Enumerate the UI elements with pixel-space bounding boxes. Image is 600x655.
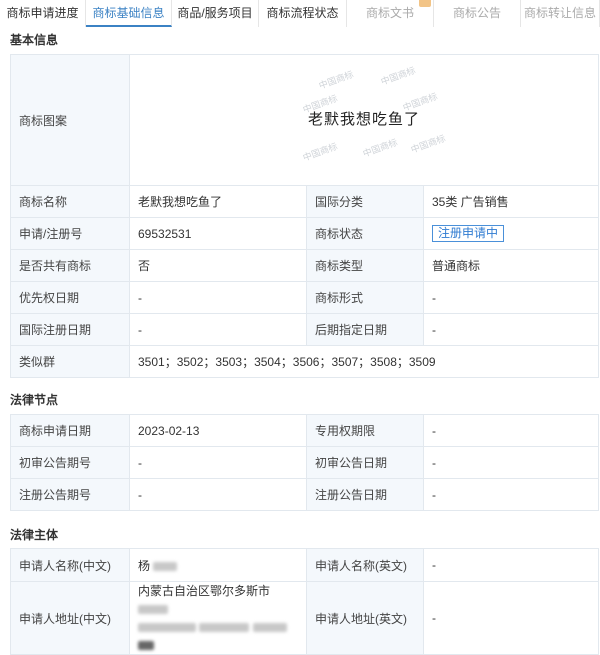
table-row: 申请人地址(中文) 内蒙古自治区鄂尔多斯市 申请人地址(英文) -	[10, 581, 599, 655]
table-row: 申请/注册号 69532531 商标状态 注册申请中	[10, 217, 600, 250]
field-label: 国际分类	[306, 185, 424, 218]
field-value: -	[423, 414, 599, 447]
section-title-basic: 基本信息	[10, 33, 59, 47]
redacted-text	[138, 641, 154, 651]
field-label: 初审公告日期	[306, 446, 424, 479]
field-label: 是否共有商标	[10, 249, 130, 282]
field-label: 申请人地址(英文)	[306, 581, 424, 655]
redacted-text	[138, 623, 196, 633]
section-title-legal: 法律节点	[10, 393, 59, 407]
field-value: -	[422, 313, 600, 346]
field-value: -	[129, 478, 307, 511]
tab-bar: 商标申请进度 商标基础信息 商品/服务项目 商标流程状态 商标文书 商标公告 商…	[0, 0, 600, 27]
field-label: 初审公告期号	[10, 446, 130, 479]
tab-documents[interactable]: 商标文书	[347, 0, 434, 27]
field-value: -	[423, 581, 599, 655]
field-value: -	[423, 548, 599, 582]
field-value: -	[129, 446, 307, 479]
watermark: 中国商标	[379, 65, 417, 87]
tab-application-progress[interactable]: 商标申请进度	[0, 0, 86, 27]
field-label: 优先权日期	[10, 281, 130, 314]
trademark-text: 老默我想吃鱼了	[308, 110, 421, 128]
applicant-address-cn-value: 内蒙古自治区鄂尔多斯市	[138, 584, 271, 598]
field-label: 商标申请日期	[10, 414, 130, 447]
section-title-subject: 法律主体	[10, 528, 59, 542]
mark-image-cell: 中国商标 中国商标 中国商标 中国商标 中国商标 中国商标 中国商标 老默我想吃…	[128, 54, 600, 186]
tab-basic-info[interactable]: 商标基础信息	[86, 0, 172, 27]
registration-number-value: 69532531	[129, 217, 307, 250]
watermark: 中国商标	[301, 141, 339, 163]
field-value: 否	[129, 249, 307, 282]
table-row: 国际注册日期 - 后期指定日期 -	[10, 313, 600, 346]
redacted-text	[199, 623, 250, 633]
watermark: 中国商标	[317, 69, 355, 91]
trademark-name-value: 老默我想吃鱼了	[129, 185, 307, 218]
field-value: -	[423, 478, 599, 511]
trademark-image: 中国商标 中国商标 中国商标 中国商标 中国商标 中国商标 中国商标 老默我想吃…	[131, 56, 598, 185]
watermark: 中国商标	[361, 137, 399, 159]
table-row: 注册公告期号 - 注册公告日期 -	[10, 478, 599, 511]
field-label: 商标名称	[10, 185, 130, 218]
applicant-name-cn-value: 杨	[138, 558, 151, 573]
table-row: 优先权日期 - 商标形式 -	[10, 281, 600, 314]
field-label: 商标形式	[306, 281, 424, 314]
field-label: 商标状态	[306, 217, 424, 250]
intl-class-value: 35类 广告销售	[422, 185, 600, 218]
field-label: 商标类型	[306, 249, 424, 282]
applicant-name-cn-cell: 杨	[129, 548, 307, 582]
redacted-text	[138, 605, 168, 615]
legal-subject-table: 申请人名称(中文) 杨 申请人名称(英文) - 申请人地址(中文) 内蒙古自治区…	[10, 548, 599, 655]
tab-goods-services[interactable]: 商品/服务项目	[172, 0, 259, 27]
field-value: -	[129, 313, 307, 346]
table-row: 商标名称 老默我想吃鱼了 国际分类 35类 广告销售	[10, 185, 600, 218]
application-date-value: 2023-02-13	[129, 414, 307, 447]
redacted-text	[252, 623, 287, 633]
watermark: 中国商标	[409, 133, 447, 155]
status-cell: 注册申请中	[422, 217, 600, 250]
field-label: 专用权期限	[306, 414, 424, 447]
legal-nodes-table: 商标申请日期 2023-02-13 专用权期限 - 初审公告期号 - 初审公告日…	[10, 414, 599, 511]
table-row: 是否共有商标 否 商标类型 普通商标	[10, 249, 600, 282]
field-label: 国际注册日期	[10, 313, 130, 346]
status-badge: 注册申请中	[432, 225, 505, 242]
table-row: 商标申请日期 2023-02-13 专用权期限 -	[10, 414, 599, 447]
tab-process-status[interactable]: 商标流程状态	[259, 0, 347, 27]
tab-announcements[interactable]: 商标公告	[434, 0, 521, 27]
field-label: 申请/注册号	[10, 217, 130, 250]
field-label: 注册公告日期	[306, 478, 424, 511]
mark-image-label: 商标图案	[10, 54, 130, 186]
redacted-text	[153, 561, 178, 571]
applicant-address-cn-cell: 内蒙古自治区鄂尔多斯市	[129, 581, 307, 655]
field-label: 申请人名称(中文)	[10, 548, 130, 582]
field-value: 普通商标	[422, 249, 600, 282]
field-value: -	[129, 281, 307, 314]
new-flag-icon	[419, 0, 431, 7]
table-row: 类似群 3501；3502；3503；3504；3506；3507；3508；3…	[10, 345, 600, 378]
field-value: -	[423, 446, 599, 479]
field-label: 注册公告期号	[10, 478, 130, 511]
field-value: -	[422, 281, 600, 314]
table-row: 初审公告期号 - 初审公告日期 -	[10, 446, 599, 479]
tab-transfer-info[interactable]: 商标转让信息	[521, 0, 600, 27]
field-label: 申请人地址(中文)	[10, 581, 130, 655]
field-label: 后期指定日期	[306, 313, 424, 346]
field-label: 申请人名称(英文)	[306, 548, 424, 582]
table-row: 申请人名称(中文) 杨 申请人名称(英文) -	[10, 548, 599, 582]
similar-group-value: 3501；3502；3503；3504；3506；3507；3508；3509	[128, 345, 600, 378]
basic-info-table: 商标图案 中国商标 中国商标 中国商标 中国商标 中国商标 中国商标 中国商标 …	[10, 54, 600, 378]
table-row: 商标图案 中国商标 中国商标 中国商标 中国商标 中国商标 中国商标 中国商标 …	[10, 54, 600, 186]
field-label: 类似群	[10, 345, 130, 378]
